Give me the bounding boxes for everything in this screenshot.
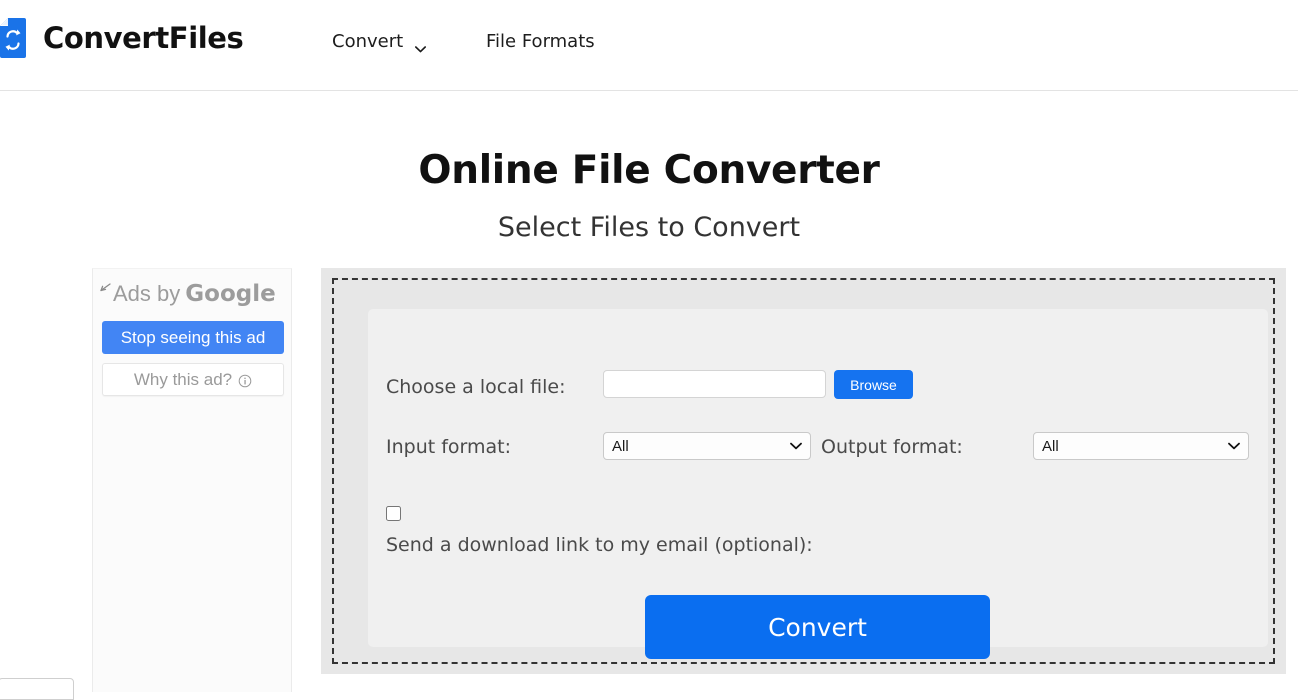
nav-convert-label: Convert — [332, 31, 404, 52]
nav-item-file-formats[interactable]: File Formats — [486, 31, 595, 52]
dropzone-dashed-border[interactable]: Choose a local file: Browse Input format… — [332, 278, 1275, 664]
back-arrow-icon[interactable] — [98, 282, 112, 298]
email-link-checkbox[interactable] — [386, 506, 401, 521]
input-format-label: Input format: — [386, 436, 512, 458]
ads-by-label: Ads by — [113, 281, 181, 306]
why-this-ad-button[interactable]: Why this ad? — [102, 363, 284, 396]
converter-container: Choose a local file: Browse Input format… — [321, 268, 1286, 674]
email-link-label: Send a download link to my email (option… — [386, 534, 813, 556]
page-subtitle: Select Files to Convert — [497, 212, 801, 244]
document-refresh-icon — [0, 18, 32, 58]
choose-local-file-label: Choose a local file: — [386, 376, 566, 398]
convert-button[interactable]: Convert — [645, 595, 990, 659]
output-format-select[interactable]: All — [1033, 432, 1249, 460]
ad-attribution: Ads by Google — [98, 279, 288, 309]
nav-item-convert[interactable]: Convert — [332, 31, 427, 53]
stop-seeing-ad-button[interactable]: Stop seeing this ad — [102, 321, 284, 354]
browser-status-bar-stub — [0, 678, 74, 700]
info-circle-icon — [238, 373, 252, 387]
nav-file-formats-label: File Formats — [486, 31, 595, 52]
output-format-label: Output format: — [821, 436, 963, 458]
page-title: Online File Converter — [418, 148, 880, 194]
input-format-select[interactable]: All — [603, 432, 811, 460]
converter-form-panel: Choose a local file: Browse Input format… — [368, 309, 1268, 659]
brand-name: ConvertFiles — [43, 21, 244, 55]
chevron-down-icon — [415, 37, 427, 53]
why-this-ad-label: Why this ad? — [133, 369, 233, 389]
ad-panel: Ads by Google Stop seeing this ad Why th… — [92, 268, 292, 692]
brand-logo[interactable]: ConvertFiles — [0, 18, 244, 58]
site-header: ConvertFiles Convert File Formats — [0, 0, 1298, 91]
file-path-input[interactable] — [603, 370, 826, 398]
browse-button[interactable]: Browse — [834, 370, 913, 399]
google-wordmark: Google — [185, 281, 276, 307]
